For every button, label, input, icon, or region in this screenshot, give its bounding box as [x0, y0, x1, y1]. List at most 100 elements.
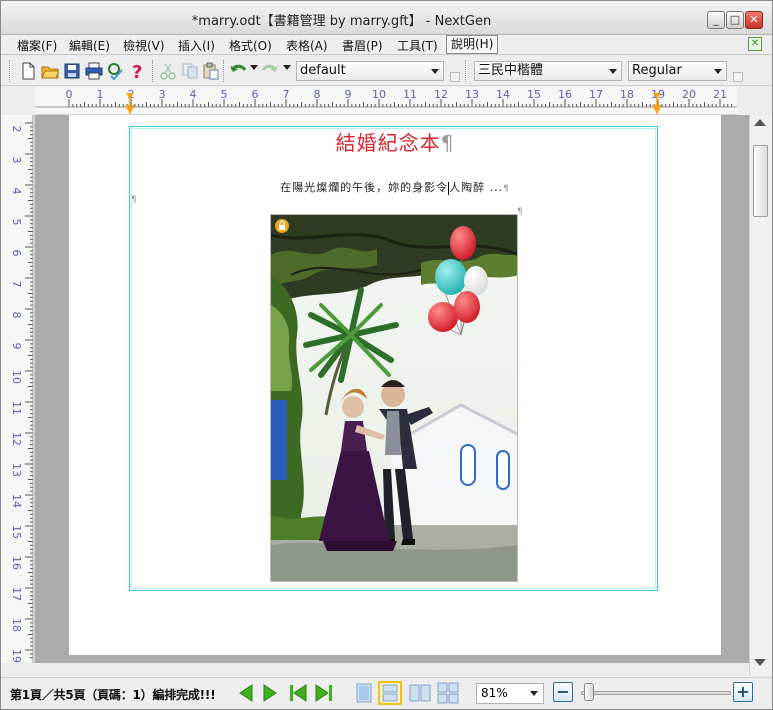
single-page-view-icon[interactable] — [352, 681, 376, 705]
menu-insert[interactable]: 插入(I) — [176, 37, 217, 54]
print-icon[interactable] — [85, 62, 103, 80]
font-style-select[interactable]: Regular — [628, 61, 727, 81]
close-button[interactable]: ✕ — [745, 11, 763, 29]
zoom-in-button[interactable]: + — [733, 682, 753, 702]
paragraph-style-value: default — [300, 63, 346, 78]
undo-icon[interactable] — [229, 62, 247, 80]
spell-check-icon[interactable] — [107, 62, 125, 80]
zoom-select[interactable]: 81% — [476, 683, 544, 704]
ruler-label: 18 — [10, 618, 23, 632]
ruler-label: 11 — [10, 401, 23, 415]
menu-file[interactable]: 檔案(F) — [15, 37, 59, 54]
help-icon[interactable]: ? — [129, 62, 147, 80]
multi-page-view-icon[interactable] — [436, 681, 460, 705]
paragraph-text-before-caret: 在陽光燦爛的午後，妳的身影令 — [280, 181, 449, 194]
undo-dropdown-arrow[interactable] — [250, 65, 258, 70]
svg-text:?: ? — [132, 62, 142, 80]
scroll-down-arrow-icon[interactable] — [754, 659, 766, 666]
document-heading[interactable]: 結婚紀念本¶ — [69, 127, 721, 156]
empty-paragraph-mark: ¶ — [131, 195, 137, 205]
save-icon[interactable] — [63, 62, 81, 80]
document-canvas[interactable]: 結婚紀念本¶ 在陽光燦爛的午後，妳的身影令人陶醉 ...¶ ¶ ¶ — [35, 115, 749, 663]
menu-header[interactable]: 書眉(P) — [340, 37, 385, 54]
zoom-value: 81% — [481, 686, 508, 700]
cut-icon[interactable] — [159, 62, 177, 80]
ruler-label: 4 — [10, 188, 23, 195]
paragraph-mark: ¶ — [440, 131, 455, 155]
previous-page-icon[interactable] — [235, 682, 257, 704]
ruler-label: 7 — [10, 281, 23, 288]
document-page[interactable]: 結婚紀念本¶ 在陽光燦爛的午後，妳的身影令人陶醉 ...¶ ¶ ¶ — [69, 115, 721, 655]
vertical-ruler-scale: 2 3 4 5 6 7 8 9 10 11 12 13 14 15 16 17 18 19 — [10, 115, 34, 663]
redo-dropdown-arrow[interactable] — [283, 65, 291, 70]
chevron-down-icon — [431, 69, 439, 74]
menu-tools[interactable]: 工具(T) — [395, 37, 440, 54]
menu-view[interactable]: 檢視(V) — [121, 37, 167, 54]
app-window: *marry.odt【書籍管理 by marry.gft】 - NextGen … — [0, 0, 773, 710]
ruler-label: 14 — [10, 494, 23, 508]
new-document-icon[interactable] — [19, 62, 37, 80]
menu-format[interactable]: 格式(O) — [227, 37, 274, 54]
ruler-label: 5 — [10, 219, 23, 226]
canvas-bottom-strip — [35, 663, 749, 677]
horizontal-ruler[interactable]: 0123456789101112131415161718192021 — [35, 87, 737, 115]
font-family-select[interactable]: 三民中楷體 — [474, 61, 622, 81]
toolbar-extension-grip[interactable] — [733, 72, 743, 82]
paste-icon[interactable] — [202, 62, 220, 80]
last-page-icon[interactable] — [313, 682, 335, 704]
wedding-photo[interactable] — [270, 214, 518, 582]
ruler-label: 9 — [10, 343, 23, 350]
page-status-text: 第1頁／共5頁（頁碼：1）編排完成!!! — [10, 688, 216, 702]
menu-bar: 檔案(F) 編輯(E) 檢視(V) 插入(I) 格式(O) 表格(A) 書眉(P… — [1, 35, 772, 55]
font-style-value: Regular — [632, 63, 682, 78]
zoom-slider-thumb[interactable] — [584, 683, 594, 701]
ruler-label: 6 — [10, 250, 23, 257]
ruler-label: 10 — [10, 370, 23, 384]
scroll-up-arrow-icon[interactable] — [754, 119, 766, 126]
document-close-button[interactable]: ✕ — [748, 37, 762, 51]
document-paragraph[interactable]: 在陽光燦爛的午後，妳的身影令人陶醉 ...¶ — [69, 179, 721, 195]
minimize-button[interactable]: _ — [707, 11, 725, 29]
paragraph-style-select[interactable]: default — [296, 61, 444, 81]
vertical-ruler[interactable]: 2 3 4 5 6 7 8 9 10 11 12 13 14 15 16 17 18 19 — [1, 115, 35, 663]
open-folder-icon[interactable] — [41, 62, 59, 80]
toolbar-grip — [9, 60, 11, 82]
redo-icon[interactable] — [261, 62, 279, 80]
window-title: *marry.odt【書籍管理 by marry.gft】 - NextGen — [191, 14, 492, 29]
ruler-label: 19 — [10, 649, 23, 663]
menu-edit[interactable]: 編輯(E) — [67, 37, 112, 54]
first-page-icon[interactable] — [287, 682, 309, 704]
title-bar: *marry.odt【書籍管理 by marry.gft】 - NextGen … — [1, 1, 772, 35]
zoom-slider-track[interactable] — [581, 691, 731, 695]
chevron-down-icon — [609, 69, 617, 74]
status-bar: 第1頁／共5頁（頁碼：1）編排完成!!! 81% − + — [1, 677, 772, 709]
ruler-label: 2 — [10, 126, 23, 133]
wedding-photo-image — [271, 215, 517, 581]
ruler-label: 12 — [10, 432, 23, 446]
menu-table[interactable]: 表格(A) — [284, 37, 330, 54]
continuous-view-button[interactable] — [378, 681, 402, 705]
chevron-down-icon — [530, 691, 538, 696]
toolbar: ? default 三民中楷體 Regular — [1, 56, 772, 86]
paragraph-text-after-caret: 人陶醉 ... — [449, 181, 504, 194]
ruler-label: 13 — [10, 463, 23, 477]
paragraph-mark: ¶ — [503, 184, 510, 194]
two-page-view-icon[interactable] — [408, 681, 432, 705]
vertical-scrollbar[interactable] — [749, 115, 772, 675]
ruler-label: 15 — [10, 525, 23, 539]
scrollbar-thumb[interactable] — [753, 145, 768, 217]
copy-icon[interactable] — [181, 62, 199, 80]
zoom-out-button[interactable]: − — [553, 682, 573, 702]
menu-help[interactable]: 說明(H) — [446, 35, 499, 54]
toolbar-separator — [465, 60, 467, 82]
horizontal-ruler-scale: 0123456789101112131415161718192021 — [35, 88, 737, 114]
maximize-button[interactable]: □ — [726, 11, 744, 29]
toolbar-separator — [152, 60, 154, 82]
ruler-label: 16 — [10, 556, 23, 570]
toolbar-extension-grip[interactable] — [450, 72, 460, 82]
ruler-label: 8 — [10, 312, 23, 319]
font-family-value: 三民中楷體 — [478, 63, 544, 78]
next-page-icon[interactable] — [259, 682, 281, 704]
document-heading-text: 結婚紀念本 — [335, 131, 441, 155]
toolbar-separator — [223, 60, 225, 82]
